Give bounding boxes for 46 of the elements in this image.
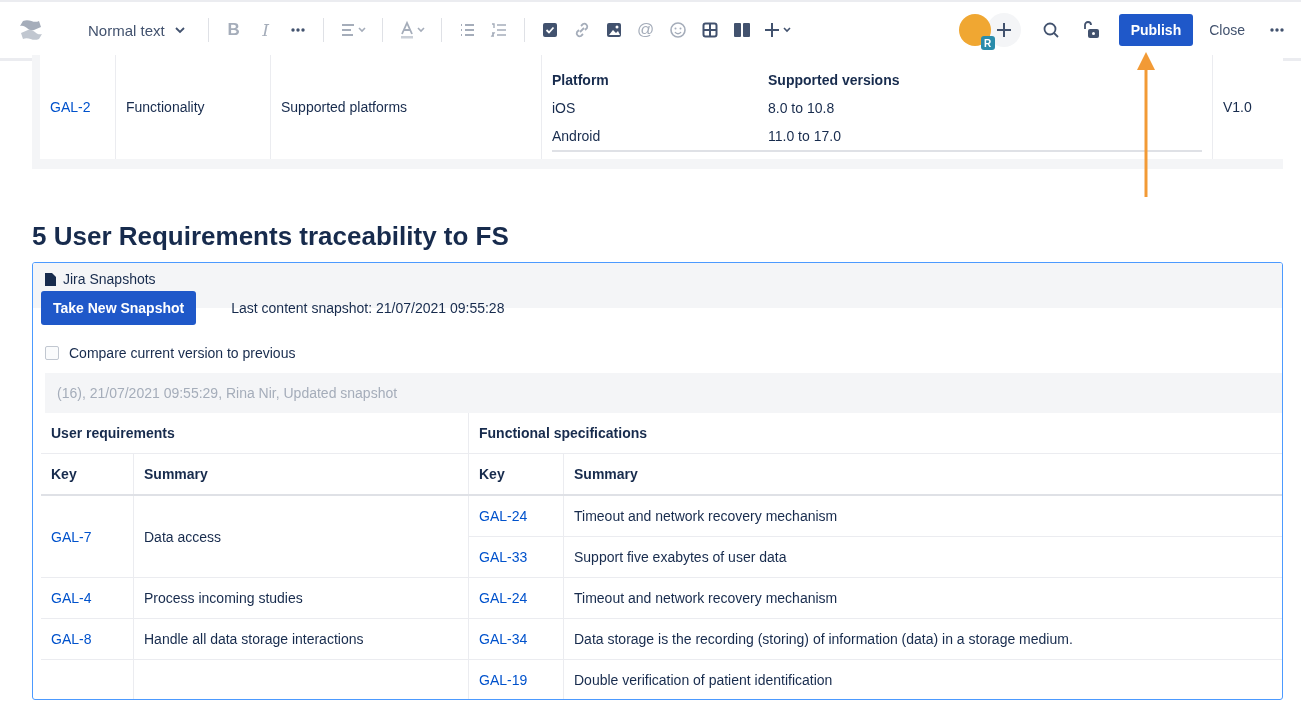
panel-title: Jira Snapshots	[63, 271, 156, 287]
issue-link[interactable]: GAL-8	[51, 631, 92, 647]
plus-icon	[995, 22, 1012, 38]
group-header: User requirements	[51, 425, 175, 441]
issue-link[interactable]: GAL-19	[479, 672, 528, 688]
table-cell: Handle all data storage interactions	[144, 631, 364, 647]
issue-link[interactable]: GAL-7	[51, 528, 92, 545]
compare-checkbox[interactable]	[45, 346, 59, 360]
issue-link[interactable]: GAL-34	[479, 631, 528, 647]
publish-button[interactable]: Publish	[1118, 14, 1194, 46]
table-cell: iOS	[552, 100, 576, 116]
table-cell: Support five exabytes of user data	[574, 549, 787, 565]
text-style-dropdown[interactable]: Normal text	[82, 17, 191, 43]
table-cell: Process incoming studies	[144, 590, 303, 606]
table-cell: 8.0 to 10.8	[768, 100, 835, 116]
issue-link[interactable]: GAL-4	[51, 590, 92, 606]
logo-icon[interactable]	[18, 17, 44, 43]
column-header: Key	[479, 466, 505, 482]
group-header: Functional specifications	[479, 425, 648, 441]
issue-link[interactable]: GAL-2	[50, 99, 91, 115]
table-cell: Timeout and network recovery mechanism	[574, 590, 838, 606]
avatar-badge: R	[980, 36, 995, 50]
issue-link[interactable]: GAL-24	[479, 590, 528, 606]
column-header: Summary	[144, 466, 208, 482]
table-cell: Android	[552, 128, 601, 144]
table-cell: Data storage is the recording (storing) of information (data) in a storage medium.	[574, 631, 1073, 647]
last-snapshot-text: Last content snapshot: 21/07/2021 09:55:28	[231, 300, 505, 316]
table-cell: Supported platforms	[281, 99, 408, 115]
close-button[interactable]: Close	[1201, 14, 1253, 46]
table-cell: 11.0 to 17.0	[768, 128, 841, 144]
chevron-down-icon	[174, 26, 185, 34]
column-header: Summary	[574, 466, 638, 482]
checkbox-label: Compare current version to previous	[69, 345, 296, 361]
take-snapshot-button[interactable]: Take New Snapshot	[41, 291, 197, 325]
document-icon	[45, 272, 56, 286]
column-header: Key	[51, 466, 77, 482]
column-header: Platform	[552, 72, 609, 88]
table-cell: Timeout and network recovery mechanism	[574, 508, 838, 524]
table-cell: Double verification of patient identification	[574, 672, 833, 688]
issue-link[interactable]: GAL-24	[479, 508, 528, 524]
table-cell: Functionality	[126, 99, 205, 115]
table-cell: Data access	[144, 528, 222, 545]
issue-link[interactable]: GAL-33	[479, 549, 528, 565]
column-header: Supported versions	[768, 72, 900, 88]
table-cell: V1.0	[1223, 99, 1252, 115]
section-heading: 5 User Requirements traceability to FS	[32, 221, 510, 252]
